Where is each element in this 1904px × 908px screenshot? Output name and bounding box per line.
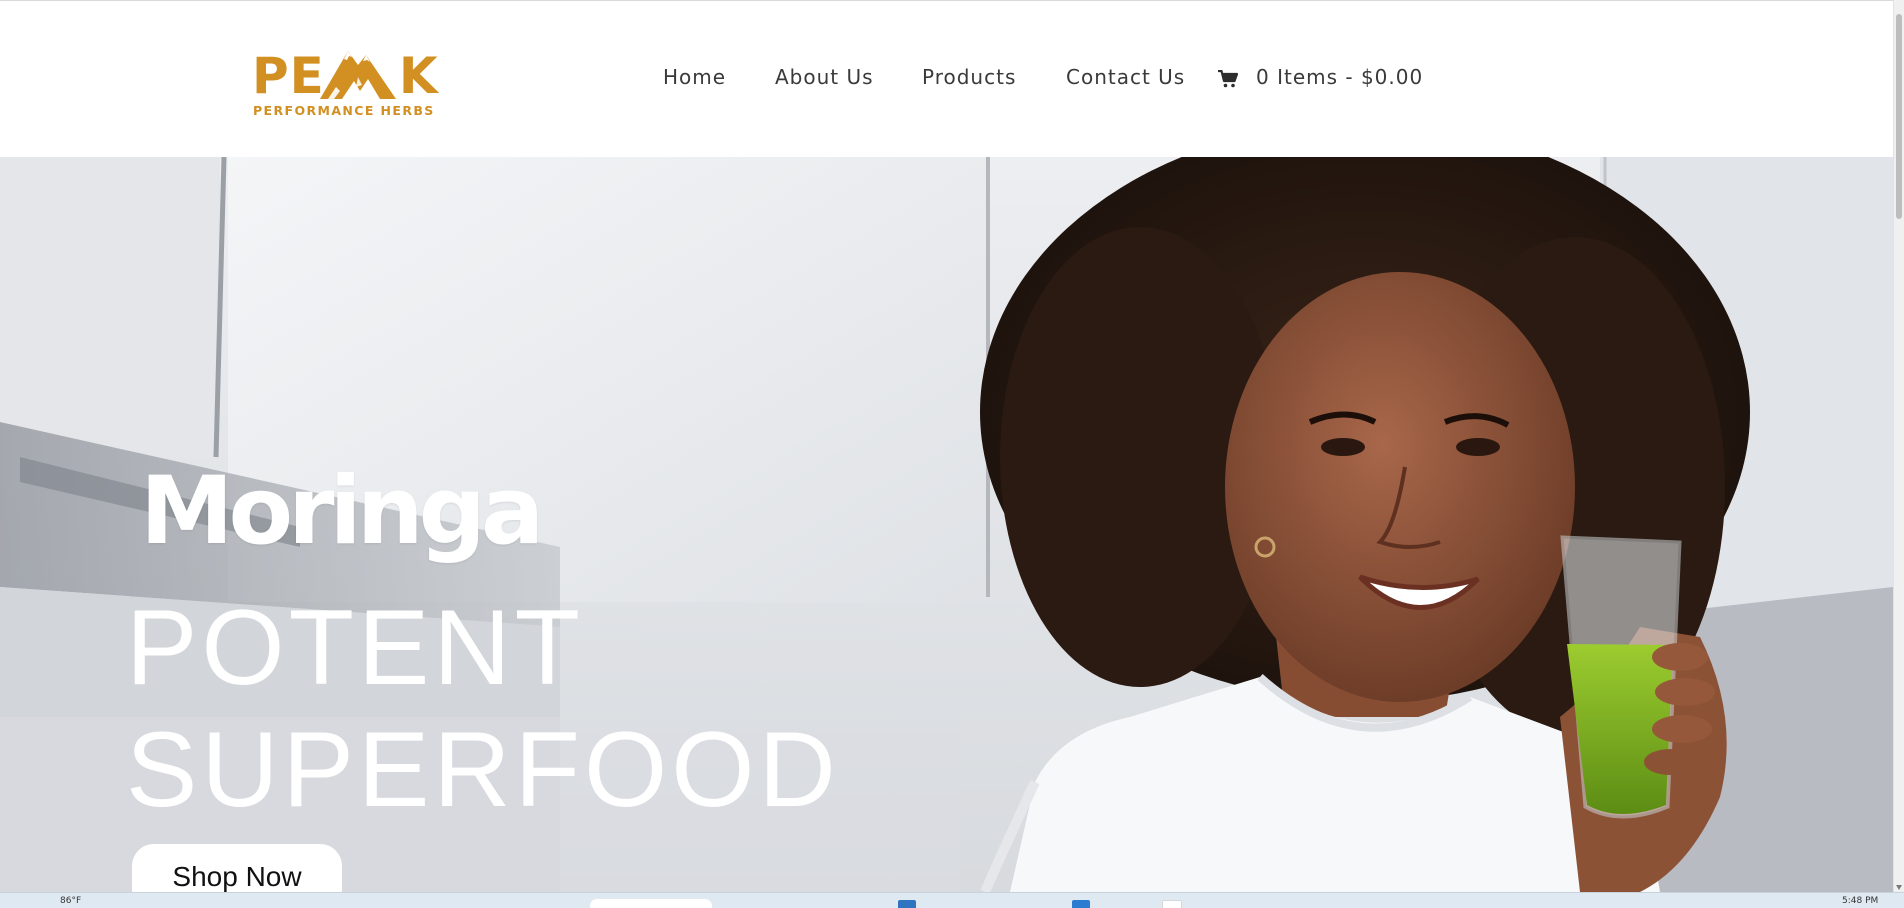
mountain-logo-icon — [320, 51, 396, 99]
nav-contact-us[interactable]: Contact Us — [1066, 65, 1185, 89]
hero-headline-line-1: POTENT — [126, 587, 584, 707]
site-logo[interactable]: PE K PERFORMANCE HERBS — [252, 47, 438, 119]
cart-summary: 0 Items - $0.00 — [1256, 65, 1424, 89]
hero-headline-line-2: SUPERFOOD — [126, 709, 840, 829]
nav-products[interactable]: Products — [922, 65, 1016, 89]
logo-subtitle: PERFORMANCE HERBS — [253, 103, 435, 118]
page-scrollbar[interactable] — [1893, 0, 1904, 892]
taskbar-clock: 5:48 PM — [1842, 896, 1879, 906]
hero-title: Moringa — [140, 457, 544, 566]
browser-page: PE K PERFORMANCE HERBS Home About Us Prod… — [0, 0, 1904, 908]
nav-about-us[interactable]: About Us — [775, 65, 874, 89]
os-taskbar: 86°F 5:48 PM — [0, 892, 1904, 908]
scroll-down-arrow-icon[interactable] — [1896, 885, 1902, 890]
taskbar-app-icon[interactable] — [898, 900, 916, 908]
scrollbar-thumb[interactable] — [1896, 14, 1902, 219]
site-header: PE K PERFORMANCE HERBS Home About Us Prod… — [0, 0, 1893, 157]
nav-home[interactable]: Home — [663, 65, 726, 89]
taskbar-browser-icon[interactable] — [1162, 900, 1182, 908]
cart-icon — [1218, 70, 1238, 88]
shop-now-button[interactable]: Shop Now — [132, 844, 342, 892]
taskbar-search-box[interactable] — [590, 899, 712, 908]
taskbar-weather[interactable]: 86°F — [60, 896, 81, 906]
hero-banner: Moringa POTENT SUPERFOOD Shop Now — [0, 157, 1893, 892]
taskbar-app-icon[interactable] — [1072, 900, 1090, 908]
